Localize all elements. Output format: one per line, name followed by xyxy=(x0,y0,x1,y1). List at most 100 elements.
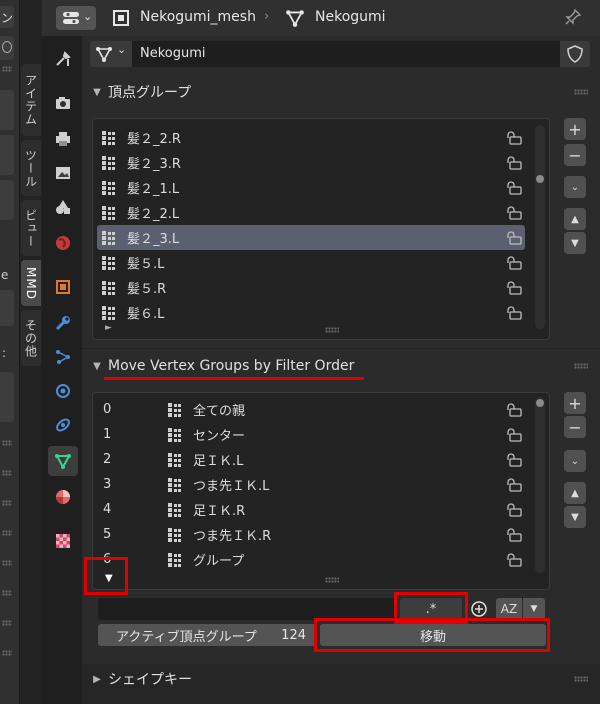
unlock-icon[interactable] xyxy=(505,256,523,270)
datablock-browse-button[interactable]: ⌄ xyxy=(90,41,132,67)
tab-render[interactable] xyxy=(48,88,78,118)
move-up-button[interactable]: ▲ xyxy=(564,482,586,504)
drag-grip[interactable] xyxy=(2,66,12,72)
drag-grip[interactable] xyxy=(2,440,12,446)
move-group-row[interactable]: 0 全ての親 xyxy=(97,397,525,422)
filter-name-input[interactable] xyxy=(98,598,396,620)
invert-filter-button[interactable] xyxy=(468,598,490,620)
add-vertex-group-button[interactable]: + xyxy=(564,118,586,140)
list-scrollbar[interactable] xyxy=(535,125,545,329)
tab-scene[interactable] xyxy=(48,192,78,222)
vertex-group-row[interactable]: 髪５.R xyxy=(97,275,525,300)
vertex-group-row[interactable]: 髪２_2.R xyxy=(97,125,525,150)
remove-group-button[interactable]: − xyxy=(564,416,586,438)
remove-vertex-group-button[interactable]: − xyxy=(564,144,586,166)
drag-grip[interactable] xyxy=(2,620,12,626)
unlock-icon[interactable] xyxy=(505,478,523,492)
vertex-group-row[interactable]: 髪５.L xyxy=(97,250,525,275)
vertex-group-row[interactable]: 髪２_1.L xyxy=(97,175,525,200)
tab-physics[interactable] xyxy=(48,376,78,406)
drag-grip[interactable] xyxy=(2,500,12,506)
left-field-fragment[interactable] xyxy=(0,372,14,422)
sort-alpha-button[interactable]: AZ xyxy=(496,598,522,620)
drag-grip[interactable] xyxy=(2,560,12,566)
tab-view-layer[interactable] xyxy=(48,158,78,188)
vertex-group-row[interactable]: 髪２_2.L xyxy=(97,200,525,225)
left-field-fragment[interactable] xyxy=(0,290,14,326)
move-panel-header[interactable]: ▼ Move Vertex Groups by Filter Order xyxy=(86,352,596,380)
tab-item[interactable]: アイテム xyxy=(21,64,41,136)
unlock-icon[interactable] xyxy=(505,503,523,517)
vertex-group-row[interactable]: 髪２_3.L xyxy=(97,225,525,250)
sort-reverse-button[interactable]: ▼ xyxy=(523,598,545,620)
scrollbar-thumb[interactable] xyxy=(536,175,544,183)
editor-type-button[interactable]: ⌄ xyxy=(56,6,96,30)
left-field-fragment[interactable] xyxy=(0,135,14,175)
left-dropdown-fragment[interactable] xyxy=(0,36,14,60)
group-specials-button[interactable]: ⌄ xyxy=(564,450,586,472)
scrollbar-thumb[interactable] xyxy=(536,399,544,407)
tab-tool-settings[interactable] xyxy=(48,44,78,74)
unlock-icon[interactable] xyxy=(505,403,523,417)
tab-other[interactable]: その他 xyxy=(21,310,41,366)
unlock-icon[interactable] xyxy=(505,181,523,195)
list-resize-handle[interactable] xyxy=(325,577,339,583)
move-group-row[interactable]: 5 つま先ＩＫ.R xyxy=(97,522,525,547)
move-group-row[interactable]: 6 グループ xyxy=(97,547,525,572)
drag-grip[interactable] xyxy=(2,530,12,536)
tab-particles[interactable] xyxy=(48,342,78,372)
pin-icon[interactable] xyxy=(564,8,582,26)
unlock-icon[interactable] xyxy=(505,428,523,442)
unlock-icon[interactable] xyxy=(505,453,523,467)
unlock-icon[interactable] xyxy=(505,206,523,220)
unlock-icon[interactable] xyxy=(505,231,523,245)
list-scrollbar[interactable] xyxy=(535,397,545,573)
unlock-icon[interactable] xyxy=(505,528,523,542)
drag-grip[interactable] xyxy=(2,650,12,656)
unlock-icon[interactable] xyxy=(505,306,523,320)
left-field-fragment[interactable] xyxy=(0,90,14,130)
tab-texture[interactable] xyxy=(48,526,78,556)
tab-view[interactable]: ビュー xyxy=(21,200,41,256)
unlock-icon[interactable] xyxy=(505,131,523,145)
unlock-icon[interactable] xyxy=(505,553,523,567)
tab-material[interactable] xyxy=(48,482,78,512)
move-group-row[interactable]: 2 足ＩＫ.L xyxy=(97,447,525,472)
tab-output[interactable] xyxy=(48,124,78,154)
vertex-groups-panel-header[interactable]: ▼ 頂点グループ xyxy=(86,78,596,106)
tab-constraints[interactable] xyxy=(48,410,78,440)
tab-object[interactable] xyxy=(48,272,78,302)
left-menu-fragment[interactable]: ン xyxy=(0,6,14,28)
move-up-button[interactable]: ▲ xyxy=(564,208,586,230)
tab-tool[interactable]: ツール xyxy=(21,140,41,196)
move-down-button[interactable]: ▼ xyxy=(564,232,586,254)
vertex-group-row[interactable]: 髪２_3.R xyxy=(97,150,525,175)
vertex-group-row[interactable]: 髪６.L xyxy=(97,300,525,325)
shape-keys-panel-header[interactable]: ▶ シェイプキー xyxy=(86,665,596,693)
tab-mmd[interactable]: MMD xyxy=(21,260,41,306)
vertex-group-specials-button[interactable]: ⌄ xyxy=(564,176,586,198)
unlock-icon[interactable] xyxy=(505,281,523,295)
panel-drag-handle[interactable] xyxy=(574,363,588,369)
move-group-row[interactable]: 4 足ＩＫ.R xyxy=(97,497,525,522)
datablock-name-field[interactable]: Nekogumi xyxy=(132,41,560,67)
tab-world[interactable] xyxy=(48,228,78,258)
move-down-button[interactable]: ▼ xyxy=(564,506,586,528)
fake-user-button[interactable] xyxy=(560,41,590,67)
panel-drag-handle[interactable] xyxy=(574,676,588,682)
list-filter-toggle-icon[interactable]: ► xyxy=(105,323,112,333)
drag-grip[interactable] xyxy=(2,470,12,476)
drag-grip[interactable] xyxy=(2,590,12,596)
move-group-row[interactable]: 1 センター xyxy=(97,422,525,447)
list-resize-handle[interactable] xyxy=(325,327,339,333)
move-group-row[interactable]: 3 つま先ＩＫ.L xyxy=(97,472,525,497)
active-vertex-group-button[interactable]: アクティブ頂点グループ 124 xyxy=(98,624,316,646)
unlock-icon[interactable] xyxy=(505,156,523,170)
breadcrumb-object[interactable]: Nekogumi xyxy=(315,9,386,25)
tab-modifiers[interactable] xyxy=(48,308,78,338)
breadcrumb-mesh[interactable]: Nekogumi_mesh xyxy=(140,9,256,25)
left-field-fragment[interactable] xyxy=(0,180,14,220)
panel-drag-handle[interactable] xyxy=(574,89,588,95)
add-group-button[interactable]: + xyxy=(564,392,586,414)
tab-object-data[interactable] xyxy=(48,446,78,476)
